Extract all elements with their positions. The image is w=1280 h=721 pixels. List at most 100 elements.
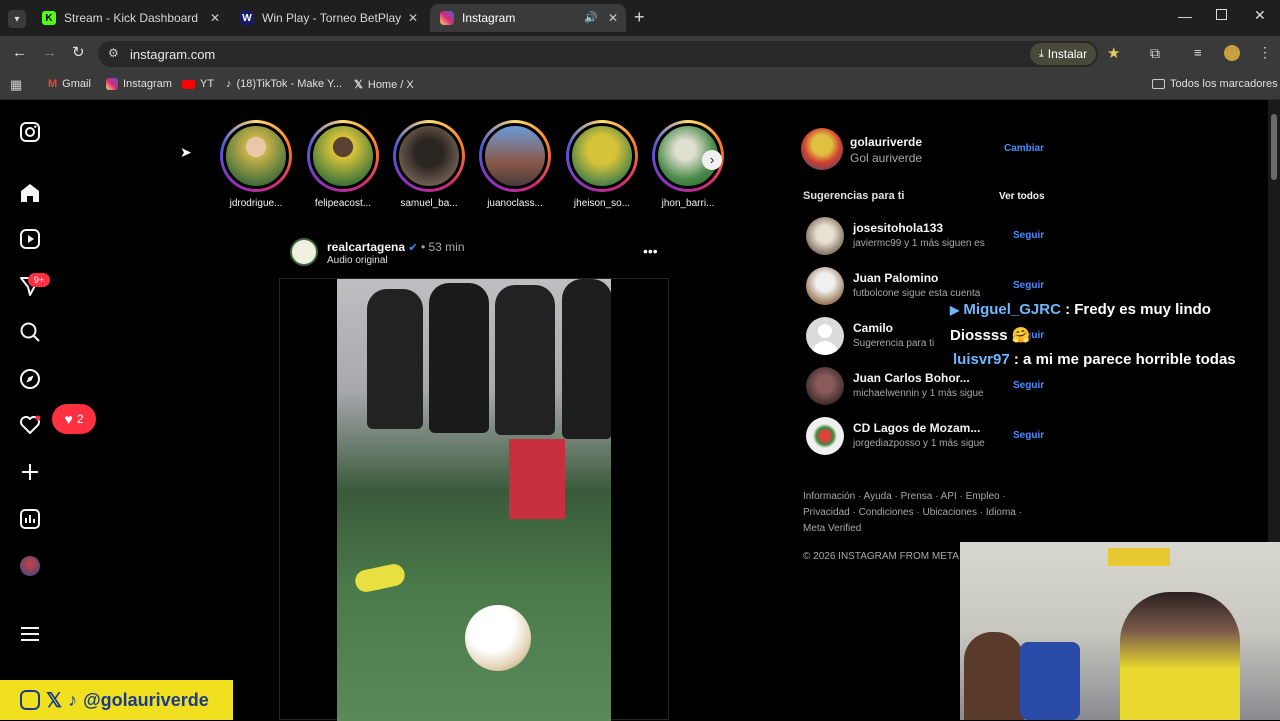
forward-icon[interactable]: → xyxy=(42,44,57,61)
follow-button[interactable]: Seguir xyxy=(1013,430,1044,441)
profile-avatar[interactable] xyxy=(20,556,40,576)
bookmark-all[interactable]: Todos los marcadores xyxy=(1152,78,1278,90)
suggestion-name[interactable]: CD Lagos de Mozam... xyxy=(853,421,980,435)
tab-instagram[interactable]: Instagram 🔊 ✕ xyxy=(430,4,626,32)
instagram-icon xyxy=(440,11,454,25)
suggestion-name[interactable]: Camilo xyxy=(853,321,893,335)
close-window-icon[interactable]: ✕ xyxy=(1254,7,1266,24)
avatar[interactable] xyxy=(1224,45,1240,61)
follow-button[interactable]: Seguir xyxy=(1013,230,1044,241)
story-avatar xyxy=(482,123,548,189)
follow-button[interactable]: Seguir xyxy=(1013,380,1044,391)
player-figure xyxy=(562,279,611,439)
chat-username: luisvr97 xyxy=(953,351,1010,368)
suggestion-avatar[interactable] xyxy=(806,367,844,405)
chair xyxy=(1020,642,1080,720)
more-options-icon[interactable]: ••• xyxy=(643,243,658,259)
instagram-logo-icon[interactable] xyxy=(18,120,42,144)
bookmark-yt[interactable]: YT xyxy=(182,78,214,90)
story-username: jhon_barri... xyxy=(661,198,715,209)
address-bar[interactable]: ⚙ instagram.com ⤓ Instalar xyxy=(98,41,1098,67)
current-username[interactable]: golauriverde xyxy=(850,135,922,149)
create-icon[interactable] xyxy=(18,460,42,484)
story-item[interactable]: jdrodrigue... xyxy=(216,120,296,209)
close-icon[interactable]: ✕ xyxy=(608,11,618,25)
footer-links[interactable]: Información · Ayuda · Prensa · API · Emp… xyxy=(803,489,1022,537)
current-user-avatar[interactable] xyxy=(801,128,843,170)
suggestion-name[interactable]: Juan Palomino xyxy=(853,271,938,285)
post-time: 53 min xyxy=(428,240,465,254)
post-author-avatar[interactable] xyxy=(290,238,318,266)
footer-line[interactable]: Privacidad · Condiciones · Ubicaciones ·… xyxy=(803,505,1022,521)
suggestion-name[interactable]: josesitohola133 xyxy=(853,221,943,235)
reload-icon[interactable]: ↻ xyxy=(72,43,85,61)
star-icon[interactable]: ★ xyxy=(1107,44,1120,62)
maximize-icon[interactable] xyxy=(1216,9,1227,20)
close-icon[interactable]: ✕ xyxy=(408,11,418,25)
reels-icon[interactable] xyxy=(18,227,42,251)
suggestion-avatar[interactable] xyxy=(806,217,844,255)
explore-icon[interactable] xyxy=(18,367,42,391)
apps-icon[interactable]: ▦ xyxy=(10,77,22,93)
story-avatar xyxy=(396,123,462,189)
story-avatar xyxy=(223,123,289,189)
post-video[interactable] xyxy=(279,278,669,721)
default-avatar-icon[interactable] xyxy=(806,317,844,355)
suggestion-name[interactable]: Juan Carlos Bohor... xyxy=(853,371,970,385)
gmail-icon: M xyxy=(48,78,58,90)
post-username[interactable]: realcartagena xyxy=(327,240,405,254)
story-ring xyxy=(220,120,292,192)
suggestion-avatar[interactable] xyxy=(806,417,844,455)
stories-next-icon[interactable]: › xyxy=(702,150,722,170)
media-icon[interactable]: ≡ xyxy=(1194,45,1202,60)
back-icon[interactable]: ← xyxy=(12,44,27,61)
new-tab-icon[interactable]: + xyxy=(634,7,645,28)
verified-icon: ✔ xyxy=(408,242,418,254)
story-ring xyxy=(393,120,465,192)
bookmark-instagram[interactable]: Instagram xyxy=(106,78,172,90)
scrollbar-thumb[interactable] xyxy=(1271,114,1277,180)
winplay-icon: W xyxy=(240,11,254,25)
story-item[interactable]: jheison_so... xyxy=(562,120,642,209)
speaker-icon[interactable]: 🔊 xyxy=(584,11,598,24)
likes-notification-badge[interactable]: ♥ 2 xyxy=(52,404,96,434)
install-button[interactable]: ⤓ Instalar xyxy=(1030,43,1096,65)
webcam-overlay xyxy=(960,542,1280,720)
bookmark-label: YT xyxy=(200,78,215,90)
bookmark-label: (18)TikTok - Make Y... xyxy=(236,78,343,90)
site-info-icon[interactable]: ⚙ xyxy=(108,46,119,60)
tab-kick[interactable]: K Stream - Kick Dashboard ✕ xyxy=(32,4,228,32)
equipment-box xyxy=(509,439,565,519)
footer-line[interactable]: Meta Verified xyxy=(803,521,1022,537)
chat-text: Diossss 🤗 xyxy=(950,327,1031,344)
switch-account-link[interactable]: Cambiar xyxy=(1004,143,1044,154)
copyright: © 2026 INSTAGRAM FROM META xyxy=(803,551,959,562)
search-icon[interactable] xyxy=(18,320,42,344)
url-text[interactable]: instagram.com xyxy=(130,47,215,62)
story-item[interactable]: samuel_ba... xyxy=(389,120,469,209)
menu-icon[interactable]: ⋮ xyxy=(1258,44,1272,61)
folder-icon xyxy=(1152,79,1165,89)
tab-winplay[interactable]: W Win Play - Torneo BetPlay Dimá ✕ xyxy=(230,4,426,32)
see-all-link[interactable]: Ver todos xyxy=(999,191,1045,202)
home-icon[interactable] xyxy=(18,181,42,205)
dashboard-icon[interactable] xyxy=(18,507,42,531)
kick-icon: K xyxy=(42,11,56,25)
post-audio[interactable]: Audio original xyxy=(327,255,388,266)
suggestion-subtitle: javiermc99 y 1 más siguen es xyxy=(853,238,985,249)
tab-search-icon[interactable]: ▾ xyxy=(8,10,26,28)
extensions-icon[interactable]: ⧉ xyxy=(1150,45,1160,62)
follow-button[interactable]: Seguir xyxy=(1013,280,1044,291)
story-item[interactable]: juanoclass... xyxy=(475,120,555,209)
bookmark-tiktok[interactable]: ♪ (18)TikTok - Make Y... xyxy=(226,78,342,90)
story-item[interactable]: felipeacost... xyxy=(303,120,383,209)
close-icon[interactable]: ✕ xyxy=(210,11,220,25)
minimize-icon[interactable]: — xyxy=(1178,8,1192,24)
bookmark-gmail[interactable]: M Gmail xyxy=(48,78,91,90)
suggestion-avatar[interactable] xyxy=(806,267,844,305)
more-menu-icon[interactable] xyxy=(18,622,42,646)
bookmark-x[interactable]: 𝕏 Home / X xyxy=(354,78,414,92)
footer-line[interactable]: Información · Ayuda · Prensa · API · Emp… xyxy=(803,489,1022,505)
heart-icon[interactable] xyxy=(18,413,42,437)
chat-icon: ▶ xyxy=(950,303,960,317)
